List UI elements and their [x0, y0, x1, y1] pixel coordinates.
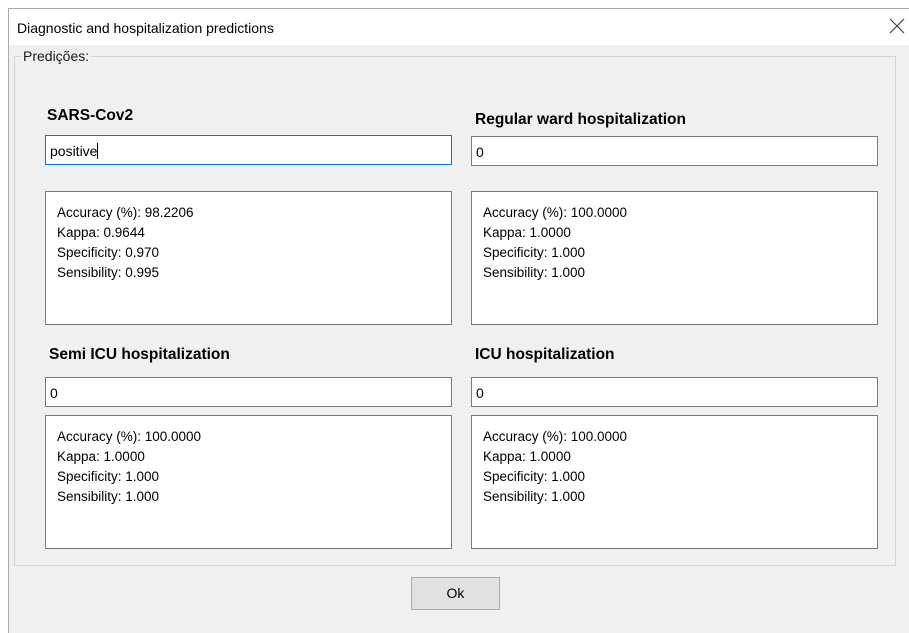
close-icon [889, 18, 905, 34]
window-title: Diagnostic and hospitalization predictio… [17, 20, 274, 36]
metric-kappa: Kappa: 1.0000 [483, 225, 571, 240]
ok-button[interactable]: Ok [411, 577, 500, 610]
semi-icu-heading: Semi ICU hospitalization [49, 346, 230, 363]
metric-accuracy: Accuracy (%): 100.0000 [483, 429, 628, 444]
close-button[interactable] [885, 14, 909, 38]
regular-ward-metrics[interactable]: Accuracy (%): 100.0000 Kappa: 1.0000 Spe… [471, 191, 878, 325]
metric-accuracy: Accuracy (%): 100.0000 [57, 429, 202, 444]
metric-specificity: Specificity: 1.000 [57, 469, 160, 484]
icu-heading: ICU hospitalization [475, 346, 615, 363]
metric-sensibility: Sensibility: 1.000 [483, 265, 586, 280]
metric-specificity: Specificity: 0.970 [57, 245, 160, 260]
regular-ward-value: 0 [476, 144, 484, 160]
sars-cov2-value: positive [50, 143, 98, 159]
metric-kappa: Kappa: 1.0000 [57, 449, 145, 464]
metric-specificity: Specificity: 1.000 [483, 245, 586, 260]
metric-accuracy: Accuracy (%): 98.2206 [57, 205, 194, 220]
semi-icu-field[interactable]: 0 [45, 377, 452, 407]
metric-specificity: Specificity: 1.000 [483, 469, 586, 484]
metric-accuracy: Accuracy (%): 100.0000 [483, 205, 628, 220]
text-caret [97, 143, 99, 159]
metric-sensibility: Sensibility: 1.000 [483, 489, 586, 504]
semi-icu-metrics[interactable]: Accuracy (%): 100.0000 Kappa: 1.0000 Spe… [45, 415, 452, 549]
icu-value: 0 [476, 385, 484, 401]
regular-ward-heading: Regular ward hospitalization [475, 111, 686, 128]
sars-cov2-metrics[interactable]: Accuracy (%): 98.2206 Kappa: 0.9644 Spec… [45, 191, 452, 325]
metric-sensibility: Sensibility: 1.000 [57, 489, 160, 504]
semi-icu-value: 0 [50, 385, 58, 401]
regular-ward-field[interactable]: 0 [471, 136, 878, 166]
metric-sensibility: Sensibility: 0.995 [57, 265, 160, 280]
metric-kappa: Kappa: 0.9644 [57, 225, 145, 240]
title-bar: Diagnostic and hospitalization predictio… [9, 9, 909, 45]
group-legend: Predições: [21, 48, 92, 64]
icu-metrics[interactable]: Accuracy (%): 100.0000 Kappa: 1.0000 Spe… [471, 415, 878, 549]
sars-cov2-field[interactable]: positive [45, 135, 452, 165]
icu-field[interactable]: 0 [471, 377, 878, 407]
sars-cov2-heading: SARS-Cov2 [47, 107, 134, 124]
metric-kappa: Kappa: 1.0000 [483, 449, 571, 464]
